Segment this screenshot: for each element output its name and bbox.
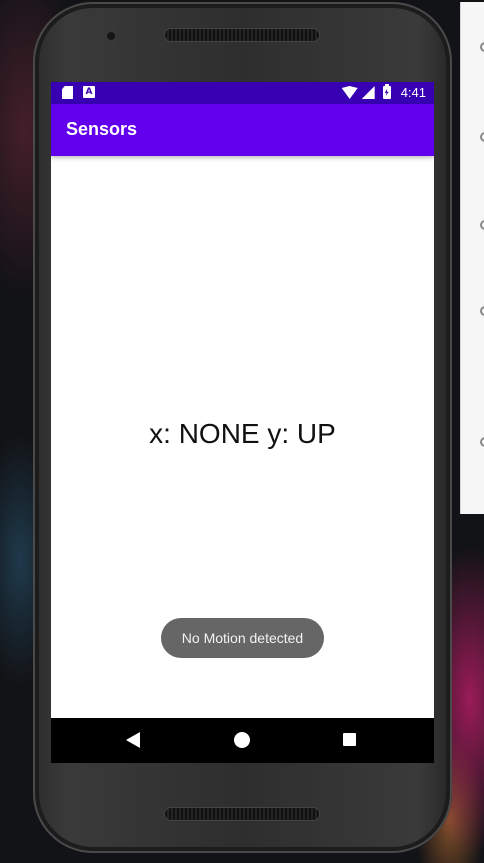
panel-icon[interactable] <box>480 132 484 142</box>
recents-icon <box>343 733 356 746</box>
panel-icon[interactable] <box>480 42 484 52</box>
panel-icon[interactable] <box>480 220 484 230</box>
app-title: Sensors <box>66 119 138 139</box>
app-bar: Sensors <box>51 104 434 156</box>
sd-card-icon <box>62 86 73 99</box>
back-button[interactable] <box>126 732 142 748</box>
home-button[interactable] <box>234 732 250 748</box>
status-bar: A 4:41 <box>51 82 434 104</box>
bottom-speaker <box>165 808 319 820</box>
battery-charging-icon <box>382 84 391 99</box>
status-time: 4:41 <box>400 85 426 100</box>
panel-icon[interactable] <box>480 306 484 316</box>
a-notification-icon: A <box>83 86 95 98</box>
toast-message: No Motion detected <box>161 618 324 658</box>
signal-icon <box>361 86 375 99</box>
back-icon <box>126 732 140 748</box>
sensor-reading: x: NONE y: UP <box>149 418 336 449</box>
earpiece-speaker <box>165 29 319 41</box>
recents-button[interactable] <box>343 732 359 748</box>
home-icon <box>234 732 250 748</box>
navigation-bar <box>51 718 434 763</box>
side-panel <box>460 2 484 514</box>
panel-icon[interactable] <box>480 437 484 447</box>
device-screen: A 4:41 Sensors x: NONE y: UP No Motion d… <box>51 82 434 763</box>
wifi-icon <box>341 86 358 99</box>
front-camera <box>107 32 115 40</box>
